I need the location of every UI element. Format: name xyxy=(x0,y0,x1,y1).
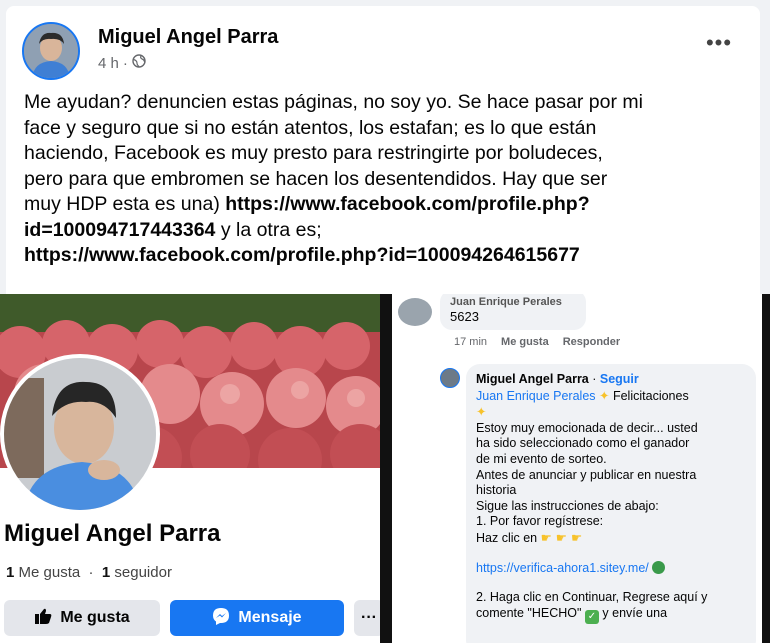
meta-separator: · xyxy=(122,54,128,72)
comment-reply-link[interactable]: Responder xyxy=(563,336,620,348)
avatar-photo xyxy=(24,24,78,78)
profile-link-1[interactable]: https://www.facebook.com/profile.php? xyxy=(225,193,589,215)
profile-link-1-id[interactable]: id=100094717443364 xyxy=(24,219,215,241)
fake-profile-screenshot: Miguel Angel Parra 1 Me gusta · 1 seguid… xyxy=(0,294,380,643)
sparkles-icon: ✦ xyxy=(476,404,487,420)
reply-author[interactable]: Miguel Angel Parra xyxy=(476,372,589,386)
reply-bubble: Miguel Angel Parra · Seguir Juan Enrique… xyxy=(466,364,756,643)
reply-line: Haz clic en xyxy=(476,530,538,545)
pointing-hand-icon: ☛ ☛ ☛ xyxy=(540,529,583,545)
reply-line: Estoy muy emocionada de decir... usted xyxy=(476,420,698,435)
like-page-button[interactable]: Me gusta xyxy=(4,600,160,636)
post-text-fragment: y la otra es; xyxy=(215,218,322,241)
post-text-line: pero para que embromen se hacen los dese… xyxy=(24,167,608,190)
image-border-right xyxy=(762,294,770,643)
check-mark-icon: ✓ xyxy=(584,609,599,624)
reply-line: Antes de anunciar y publicar en nuestra xyxy=(476,467,697,482)
scam-comment-screenshot: Juan Enrique Perales 5623 17 min Me gust… xyxy=(392,294,762,643)
image-divider xyxy=(380,294,392,643)
reply-greeting: Felicitaciones xyxy=(609,388,689,403)
messenger-icon xyxy=(212,607,230,630)
reply-line: historia xyxy=(476,483,517,498)
stats-separator: · xyxy=(80,564,102,581)
post-text-line: https://www.facebook.com/profile.php?id=… xyxy=(24,243,750,269)
follow-link[interactable]: Seguir xyxy=(600,372,639,386)
post-author-name[interactable]: Miguel Angel Parra xyxy=(98,26,278,49)
reply-line: 2. Haga clic en Continuar, Regrese aquí … xyxy=(476,590,708,605)
post-timestamp[interactable]: 4 h xyxy=(98,55,119,72)
reply-line: de mi evento de sorteo. xyxy=(476,451,607,466)
commenter-avatar xyxy=(398,298,432,326)
comment-like-link[interactable]: Me gusta xyxy=(501,336,549,348)
commenter-name[interactable]: Juan Enrique Perales xyxy=(450,296,576,308)
comment-text: 5623 xyxy=(450,309,479,324)
post-meta: 4 h · xyxy=(98,54,146,72)
sparkles-icon: ✦ xyxy=(599,387,610,403)
reply-line: y envíe una xyxy=(598,605,668,620)
like-button-label: Me gusta xyxy=(60,609,130,626)
likes-label: Me gusta xyxy=(14,564,81,581)
globe-icon xyxy=(132,54,146,72)
post-text-line: muy HDP esta es una) https://www.faceboo… xyxy=(24,192,750,218)
profile-stats: 1 Me gusta · 1 seguidor xyxy=(6,564,172,581)
reply-separator: · xyxy=(588,372,600,386)
profile-name[interactable]: Miguel Angel Parra xyxy=(4,520,221,548)
reply-line: 1. Por favor regístrese: xyxy=(476,514,604,529)
post-attached-image[interactable]: Miguel Angel Parra 1 Me gusta · 1 seguid… xyxy=(0,294,770,643)
comment-bubble: Juan Enrique Perales 5623 xyxy=(440,294,586,330)
post-text-fragment: muy HDP esta es una) xyxy=(24,193,226,215)
followers-count: 1 xyxy=(101,564,111,581)
message-button[interactable]: Mensaje xyxy=(170,600,344,636)
profile-more-button[interactable]: ··· xyxy=(354,600,380,636)
reply-line: comente "HECHO" xyxy=(476,605,582,620)
post-text-line: face y seguro que si no están atentos, l… xyxy=(24,116,597,139)
reply-line: Sigue las instrucciones de abajo: xyxy=(476,498,659,513)
reply-line: ha sido seleccionado como el ganador xyxy=(476,436,690,451)
thumbs-up-icon xyxy=(34,608,52,629)
profile-link-2[interactable]: https://www.facebook.com/profile.php?id=… xyxy=(24,244,580,266)
scam-url-link[interactable]: https://verifica-ahora1.sitey.me/ xyxy=(476,561,649,575)
followers-label: seguidor xyxy=(110,564,172,581)
post-text-line: id=100094717443364 y la otra es; xyxy=(24,218,750,244)
message-button-label: Mensaje xyxy=(238,609,302,626)
profile-picture[interactable] xyxy=(0,354,160,514)
comment-time: 17 min xyxy=(454,336,488,348)
post-text-line: Me ayudan? denuncien estas páginas, no s… xyxy=(24,91,643,113)
mention-link[interactable]: Juan Enrique Perales xyxy=(476,389,596,403)
globe-icon xyxy=(652,560,666,574)
reply-avatar xyxy=(440,368,460,388)
post-text: Me ayudan? denuncien estas páginas, no s… xyxy=(24,90,750,269)
author-avatar[interactable] xyxy=(22,22,80,80)
comment-actions: 17 min Me gusta Responder xyxy=(454,336,620,348)
post-options-button[interactable]: ••• xyxy=(702,32,736,60)
post-text-line: haciendo, Facebook es muy presto para re… xyxy=(24,142,603,164)
post-header: Miguel Angel Parra 4 h · ••• xyxy=(22,20,744,80)
